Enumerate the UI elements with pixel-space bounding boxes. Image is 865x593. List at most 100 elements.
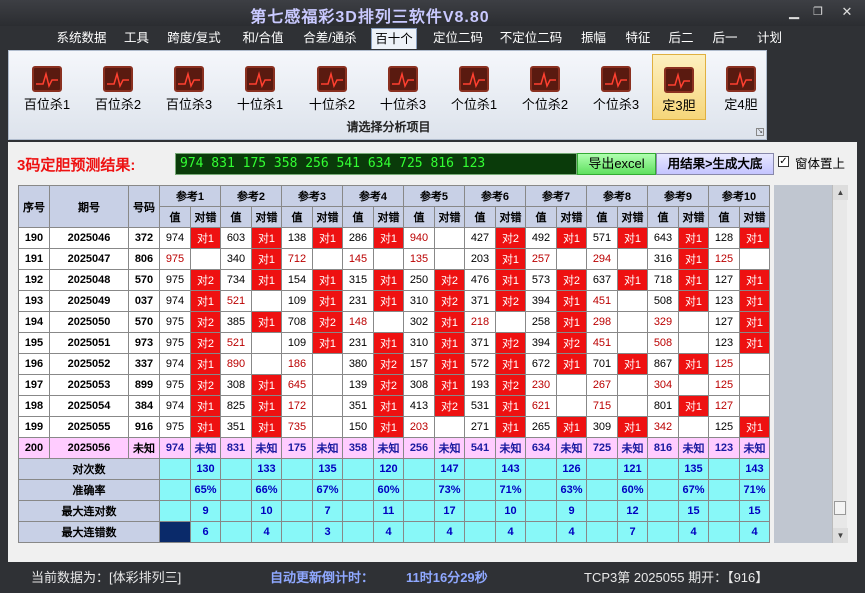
header-result: 对错 xyxy=(678,206,709,228)
ref-value: 230 xyxy=(525,374,557,396)
status-countdown: 11时16分29秒 xyxy=(406,570,488,585)
menu-item-1[interactable]: 系统数据 xyxy=(55,28,108,49)
stats-value: 120 xyxy=(373,458,404,480)
ribbon-button-10[interactable]: 定3胆 xyxy=(652,54,706,120)
scroll-thumb[interactable] xyxy=(834,501,846,515)
menu-item-9[interactable]: 振幅 xyxy=(580,28,607,49)
ref-result xyxy=(312,416,343,438)
ref-result xyxy=(312,374,343,396)
menu-item-7[interactable]: 定位二码 xyxy=(432,28,484,49)
ribbon-button-1[interactable]: 百位杀1 xyxy=(16,54,78,120)
ref-value: 127 xyxy=(708,311,740,333)
table-row[interactable]: 196 2025052 337 974 对1 890 186 380 对2 157 对1 572 对1 6… xyxy=(18,353,770,375)
ribbon-button-5[interactable]: 十位杀2 xyxy=(301,54,363,120)
chart-icon xyxy=(664,67,694,93)
menu-item-12[interactable]: 后一 xyxy=(711,28,739,49)
table-row[interactable]: 190 2025046 372 974 对1 603 对1 138 对1 286 对1 940 427 对… xyxy=(18,227,770,249)
stats-value: 15 xyxy=(678,500,709,522)
stats-blank xyxy=(647,521,679,543)
minimize-button[interactable]: ▁ xyxy=(782,3,806,21)
header-row: 序号 期号 号码 参考1 参考2 参考3 参考4 参考5 参考6 参考7 参考8 参考9 参考10 xyxy=(18,185,770,228)
ref-result: 对2 xyxy=(495,374,526,396)
stats-row: 最大连对数 9 10 7 11 17 10 9 12 15 15 xyxy=(18,500,770,522)
ref-value: 715 xyxy=(586,395,618,417)
stats-value: 9 xyxy=(556,500,587,522)
menu-item-10[interactable]: 特征 xyxy=(624,28,652,49)
ref-result: 对1 xyxy=(373,290,404,312)
ref-value: 867 xyxy=(647,353,679,375)
stats-value: 147 xyxy=(434,458,465,480)
scroll-down-icon[interactable]: ▼ xyxy=(833,528,848,543)
table-row[interactable]: 193 2025049 037 974 对1 521 109 对1 231 对1 310 对2 371 对… xyxy=(18,290,770,312)
vertical-scrollbar[interactable]: ▲ ▼ xyxy=(832,185,848,543)
stats-value: 4 xyxy=(434,521,465,543)
header-ref: 参考7 xyxy=(525,185,587,207)
stats-label: 准确率 xyxy=(18,479,160,501)
menu-item-2[interactable]: 工具 xyxy=(123,28,150,49)
maximize-icon[interactable]: ❐ xyxy=(806,3,830,21)
menu-item-8[interactable]: 不定位二码 xyxy=(499,28,563,49)
ribbon-button-3[interactable]: 百位杀3 xyxy=(158,54,220,120)
stats-blank xyxy=(586,500,618,522)
ribbon-button-6[interactable]: 十位杀3 xyxy=(372,54,434,120)
stats-blank xyxy=(647,500,679,522)
ref-value: 172 xyxy=(281,395,313,417)
ref-value: 385 xyxy=(220,311,252,333)
menu-item-6[interactable]: 百十个 xyxy=(371,28,417,49)
ref-result: 对1 xyxy=(251,269,282,291)
ref-value: 231 xyxy=(342,290,374,312)
header-seq: 序号 xyxy=(18,185,50,228)
ref-result xyxy=(434,416,465,438)
ref-value: 298 xyxy=(586,311,618,333)
ribbon-button-9[interactable]: 个位杀3 xyxy=(585,54,647,120)
export-excel-button[interactable]: 导出excel xyxy=(577,153,656,175)
stats-blank xyxy=(708,458,740,480)
header-ref: 参考8 xyxy=(586,185,648,207)
generate-base-button[interactable]: 用结果>生成大底 xyxy=(656,153,774,175)
menu-item-3[interactable]: 跨度/复式 xyxy=(166,28,222,49)
menu-item-5[interactable]: 合差/通杀 xyxy=(302,28,358,49)
ref-result: 对2 xyxy=(190,332,221,354)
ribbon-button-2[interactable]: 百位杀2 xyxy=(87,54,149,120)
ribbon-button-8[interactable]: 个位杀2 xyxy=(514,54,576,120)
ribbon-button-4[interactable]: 十位杀1 xyxy=(229,54,291,120)
prediction-result-field[interactable]: 974 831 175 358 256 541 634 725 816 123 xyxy=(175,153,577,175)
forecast-row[interactable]: 200 2025056 未知 974 未知 831 未知 175 未知 358 未知 256 未知 541… xyxy=(18,437,770,459)
ribbon-button-11[interactable]: 定4胆 xyxy=(712,54,770,120)
stats-row: 准确率 65% 66% 67% 60% 73% 71% 63% 60% 67% 71% xyxy=(18,479,770,501)
ref-value: 139 xyxy=(342,374,374,396)
stats-value: 4 xyxy=(739,521,770,543)
scroll-up-icon[interactable]: ▲ xyxy=(833,185,848,200)
stats-value: 121 xyxy=(617,458,648,480)
table-row[interactable]: 194 2025050 570 975 对2 385 对1 708 对2 148 302 对1 218 2… xyxy=(18,311,770,333)
ref-value: 394 xyxy=(525,332,557,354)
ref-value: 825 xyxy=(220,395,252,417)
menu-item-4[interactable]: 和/合值 xyxy=(241,28,285,49)
close-button[interactable]: ✕ xyxy=(835,3,859,21)
menu-item-13[interactable]: 计划 xyxy=(756,28,783,49)
ref-value: 286 xyxy=(342,227,374,249)
window-title: 第七感福彩3D排列三软件V8.80 xyxy=(250,9,490,26)
ribbon-button-7[interactable]: 个位杀1 xyxy=(443,54,505,120)
ref-result: 对1 xyxy=(617,227,648,249)
pin-window-checkbox[interactable]: ✓ xyxy=(778,156,789,167)
table-row[interactable]: 191 2025047 806 975 340 对1 712 145 135 203 对1 257 29… xyxy=(18,248,770,270)
table-row[interactable]: 195 2025051 973 975 对2 521 109 对1 231 对1 310 对1 371 对… xyxy=(18,332,770,354)
ref-value: 573 xyxy=(525,269,557,291)
menu-item-11[interactable]: 后二 xyxy=(667,28,695,49)
ref-result: 对2 xyxy=(434,395,465,417)
header-ref: 参考4 xyxy=(342,185,404,207)
table-row[interactable]: 197 2025053 899 975 对2 308 对1 645 139 对2 308 对1 193 对… xyxy=(18,374,770,396)
header-result: 对错 xyxy=(434,206,465,228)
ribbon-expand-icon[interactable]: ↘ xyxy=(756,128,764,136)
ref-value: 109 xyxy=(281,290,313,312)
table-row[interactable]: 198 2025054 384 974 对1 825 对1 172 351 对1 413 对2 531 对… xyxy=(18,395,770,417)
stats-value: 10 xyxy=(251,500,282,522)
stats-value: 3 xyxy=(312,521,343,543)
table-row[interactable]: 199 2025055 916 975 对1 351 对1 735 150 对1 203 271 对1 2… xyxy=(18,416,770,438)
ref-value: 250 xyxy=(403,269,435,291)
ref-result xyxy=(190,248,221,270)
table-row[interactable]: 192 2025048 570 975 对2 734 对1 154 对1 315 对1 250 对2 47… xyxy=(18,269,770,291)
header-result: 对错 xyxy=(312,206,343,228)
row-seq: 192 xyxy=(18,269,50,291)
